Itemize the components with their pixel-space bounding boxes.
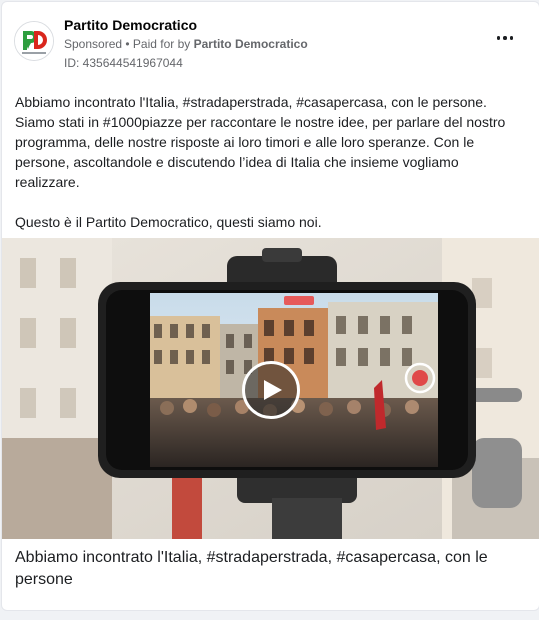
post-header: Partito Democratico Sponsored • Paid for… (14, 16, 527, 72)
ad-id: ID: 435644541967044 (64, 56, 183, 70)
meta-separator: • (122, 37, 133, 51)
paid-for-prefix: Paid for by (132, 37, 194, 51)
play-button[interactable] (242, 361, 300, 419)
body-paragraph: Siamo stati in #1000piazze per raccontar… (15, 114, 506, 190)
more-options-button[interactable] (493, 30, 517, 46)
paid-for-by: Partito Democratico (193, 37, 308, 51)
page-name[interactable]: Partito Democratico (64, 17, 197, 33)
post-body: Abbiamo incontrato l'Italia, #stradapers… (15, 92, 527, 252)
ad-card: Partito Democratico Sponsored • Paid for… (1, 1, 539, 611)
more-horizontal-icon (496, 36, 501, 40)
body-paragraph: Abbiamo incontrato l'Italia, #stradapers… (15, 94, 487, 110)
pd-logo-icon (15, 22, 53, 60)
play-icon (264, 380, 282, 400)
sponsored-meta: Sponsored • Paid for by Partito Democrat… (64, 37, 308, 51)
sponsored-label: Sponsored (64, 37, 123, 51)
page-avatar[interactable] (14, 21, 54, 61)
media-caption[interactable]: Abbiamo incontrato l'Italia, #stradapers… (15, 547, 525, 591)
body-paragraph: Questo è il Partito Democratico, questi … (15, 214, 322, 230)
